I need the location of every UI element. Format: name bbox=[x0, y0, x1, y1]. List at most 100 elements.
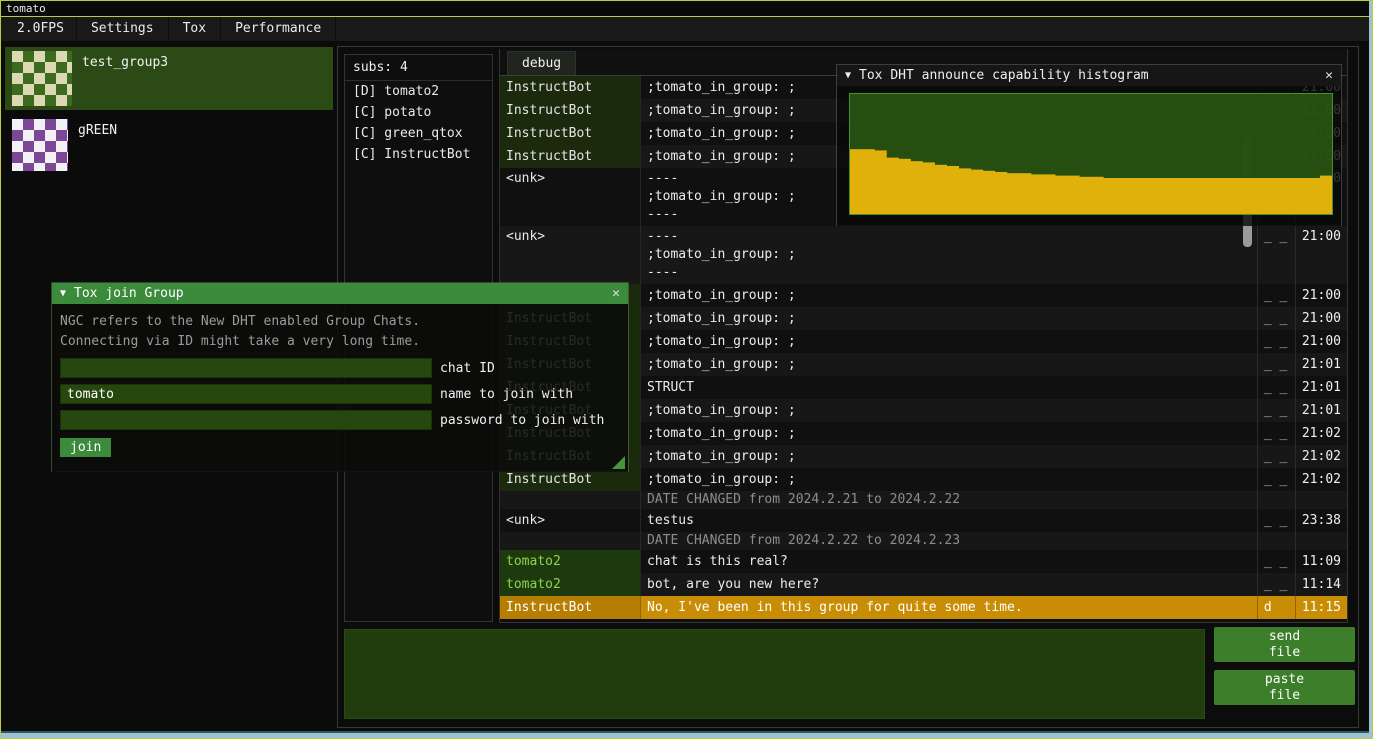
message-time: 21:02 bbox=[1295, 445, 1347, 468]
join-password-input[interactable] bbox=[60, 410, 432, 430]
chat-message-row[interactable]: <unk>----;tomato_in_group: ;----_ _21:00 bbox=[500, 226, 1347, 284]
sender-name: InstructBot bbox=[500, 122, 640, 145]
message-time: 11:09 bbox=[1295, 550, 1347, 573]
chat-message-row[interactable]: tomato2bot, are you new here?_ _11:14 bbox=[500, 573, 1347, 596]
menu-item-performance[interactable]: Performance bbox=[221, 17, 336, 41]
sub-list-item[interactable]: [C] green_qtox bbox=[345, 123, 492, 144]
message-status bbox=[1257, 532, 1295, 550]
chat-id-field-row: chat ID bbox=[60, 358, 620, 378]
message-time: 21:00 bbox=[1295, 226, 1347, 284]
subs-header: subs: 4 bbox=[345, 55, 492, 81]
message-status: _ _ bbox=[1257, 509, 1295, 532]
join-group-titlebar[interactable]: ▼ Tox join Group ✕ bbox=[52, 283, 628, 304]
sub-list-item[interactable]: [D] tomato2 bbox=[345, 81, 492, 102]
message-text: No, I've been in this group for quite so… bbox=[640, 596, 1257, 619]
message-status: _ _ bbox=[1257, 445, 1295, 468]
sub-list-item[interactable]: [C] InstructBot bbox=[345, 144, 492, 165]
message-status: _ _ bbox=[1257, 399, 1295, 422]
message-status bbox=[1257, 491, 1295, 509]
dht-histogram-window: ▼ Tox DHT announce capability histogram … bbox=[836, 64, 1342, 226]
window-title: tomato bbox=[6, 2, 46, 15]
sender-name: InstructBot bbox=[500, 76, 640, 99]
message-input[interactable] bbox=[344, 629, 1205, 719]
message-time: 21:01 bbox=[1295, 399, 1347, 422]
group-name: test_group3 bbox=[82, 51, 168, 106]
menubar-items: SettingsToxPerformance bbox=[77, 17, 336, 41]
chat-id-input[interactable] bbox=[60, 358, 432, 378]
group-list: test_group3 gREEN bbox=[5, 47, 333, 181]
desktop-edge-right-strip bbox=[1369, 1, 1372, 738]
message-time: 21:01 bbox=[1295, 353, 1347, 376]
chat-message-row[interactable]: InstructBotNo, I've been in this group f… bbox=[500, 596, 1347, 619]
message-text: STRUCT bbox=[640, 376, 1257, 399]
dht-histogram-window-title: Tox DHT announce capability histogram bbox=[859, 68, 1149, 83]
date-separator-row[interactable]: DATE CHANGED from 2024.2.21 to 2024.2.22 bbox=[500, 491, 1347, 509]
send-file-button[interactable]: send file bbox=[1214, 627, 1355, 662]
sender-name: InstructBot bbox=[500, 99, 640, 122]
window-titlebar[interactable]: tomato bbox=[1, 1, 1372, 17]
sub-list-item[interactable]: [C] potato bbox=[345, 102, 492, 123]
message-text: DATE CHANGED from 2024.2.22 to 2024.2.23 bbox=[640, 532, 1257, 550]
message-text: ;tomato_in_group: ; bbox=[640, 353, 1257, 376]
join-group-window-title: Tox join Group bbox=[74, 286, 184, 301]
ngc-info-line-1: NGC refers to the New DHT enabled Group … bbox=[60, 312, 620, 332]
histogram-plot[interactable] bbox=[849, 93, 1333, 215]
sender-name: tomato2 bbox=[500, 573, 640, 596]
sender-name: InstructBot bbox=[500, 145, 640, 168]
chat-message-row[interactable]: <unk>testus_ _23:38 bbox=[500, 509, 1347, 532]
message-time: 23:38 bbox=[1295, 509, 1347, 532]
menu-item-settings[interactable]: Settings bbox=[77, 17, 169, 41]
close-icon[interactable]: ✕ bbox=[612, 286, 620, 301]
ngc-info-line-2: Connecting via ID might take a very long… bbox=[60, 332, 620, 352]
app-window: tomato 2.0FPS SettingsToxPerformance tes… bbox=[0, 0, 1373, 739]
join-name-input[interactable] bbox=[60, 384, 432, 404]
message-text: ----;tomato_in_group: ;---- bbox=[640, 226, 1257, 284]
desktop-edge-bottom-strip bbox=[1, 731, 1372, 738]
name-field-row: name to join with bbox=[60, 384, 620, 404]
message-status: d bbox=[1257, 596, 1295, 619]
chat-id-label: chat ID bbox=[440, 361, 495, 376]
message-text: DATE CHANGED from 2024.2.21 to 2024.2.22 bbox=[640, 491, 1257, 509]
group-avatar bbox=[12, 119, 68, 171]
group-item-test_group3[interactable]: test_group3 bbox=[5, 47, 333, 110]
message-time: 21:00 bbox=[1295, 330, 1347, 353]
sender-name: InstructBot bbox=[500, 596, 640, 619]
message-text: ;tomato_in_group: ; bbox=[640, 445, 1257, 468]
date-separator-row[interactable]: DATE CHANGED from 2024.2.22 to 2024.2.23 bbox=[500, 532, 1347, 550]
chat-message-row[interactable]: tomato2chat is this real?_ _11:09 bbox=[500, 550, 1347, 573]
group-item-gREEN[interactable]: gREEN bbox=[5, 115, 333, 176]
menubar: 2.0FPS SettingsToxPerformance bbox=[1, 17, 1372, 41]
message-text: bot, are you new here? bbox=[640, 573, 1257, 596]
sender-name bbox=[500, 532, 640, 550]
join-group-body: NGC refers to the New DHT enabled Group … bbox=[52, 304, 628, 472]
sender-name: <unk> bbox=[500, 168, 640, 226]
resize-grip[interactable] bbox=[612, 456, 625, 469]
dht-histogram-titlebar[interactable]: ▼ Tox DHT announce capability histogram … bbox=[837, 65, 1341, 86]
paste-file-button[interactable]: paste file bbox=[1214, 670, 1355, 705]
message-status: _ _ bbox=[1257, 226, 1295, 284]
message-text: chat is this real? bbox=[640, 550, 1257, 573]
message-status: _ _ bbox=[1257, 422, 1295, 445]
date-changed-text: DATE CHANGED from 2024.2.21 to 2024.2.22 bbox=[647, 493, 1251, 507]
sender-name: <unk> bbox=[500, 509, 640, 532]
message-time: 11:14 bbox=[1295, 573, 1347, 596]
group-avatar bbox=[12, 51, 72, 106]
group-name: gREEN bbox=[78, 119, 117, 172]
message-status: _ _ bbox=[1257, 468, 1295, 491]
message-text: ;tomato_in_group: ; bbox=[640, 330, 1257, 353]
menu-item-tox[interactable]: Tox bbox=[169, 17, 221, 41]
message-time bbox=[1295, 491, 1347, 509]
message-text: ;tomato_in_group: ; bbox=[640, 399, 1257, 422]
message-time bbox=[1295, 532, 1347, 550]
message-status: _ _ bbox=[1257, 307, 1295, 330]
close-icon[interactable]: ✕ bbox=[1325, 68, 1333, 83]
collapse-arrow-icon[interactable]: ▼ bbox=[60, 288, 66, 299]
collapse-arrow-icon[interactable]: ▼ bbox=[845, 70, 851, 81]
message-text: ;tomato_in_group: ; bbox=[640, 284, 1257, 307]
tab-debug[interactable]: debug bbox=[507, 51, 576, 75]
join-button[interactable]: join bbox=[60, 438, 111, 457]
message-time: 11:15 bbox=[1295, 596, 1347, 619]
join-group-window: ▼ Tox join Group ✕ NGC refers to the New… bbox=[51, 282, 629, 472]
message-text: ;tomato_in_group: ; bbox=[640, 422, 1257, 445]
sender-name: <unk> bbox=[500, 226, 640, 284]
